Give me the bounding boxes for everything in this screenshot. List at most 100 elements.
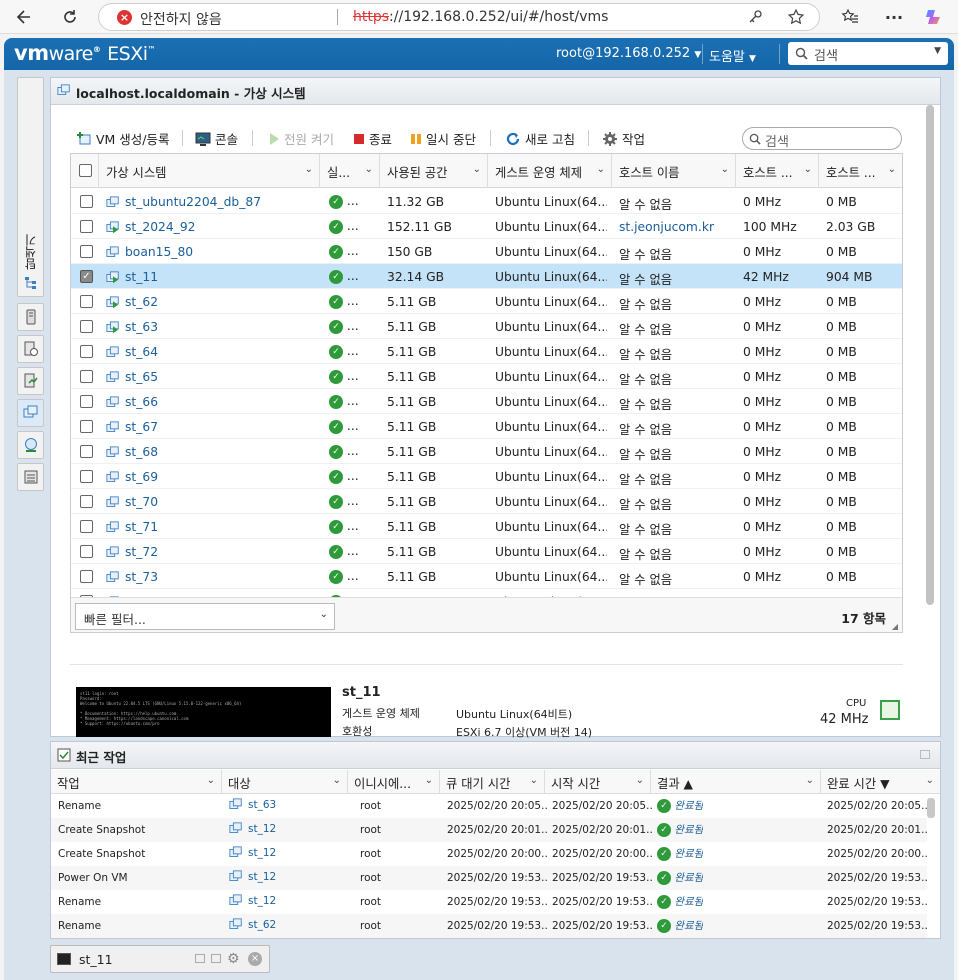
- vm-row-checkbox[interactable]: [80, 320, 93, 333]
- vm-row[interactable]: st_62 ✓ ... 5.11 GB Ubuntu Linux(64... 알 수 없…: [71, 289, 902, 314]
- vm-name-link[interactable]: st_62: [106, 295, 316, 310]
- vm-row[interactable]: st_64 ✓ ... 5.11 GB Ubuntu Linux(64... 알 수 없…: [71, 339, 902, 364]
- vm-row-checkbox[interactable]: [80, 570, 93, 583]
- power-on-button[interactable]: 전원 켜기: [268, 129, 334, 148]
- vm-row-checkbox[interactable]: [80, 220, 93, 233]
- cell-host-name[interactable]: st.jeonjucom.kr: [619, 220, 731, 234]
- vm-name-link[interactable]: st_63: [106, 320, 316, 335]
- task-target-link[interactable]: st_12: [229, 846, 276, 860]
- task-row[interactable]: Rename root 2025/02/20 20:05... 2025/02/20 …: [51, 794, 927, 818]
- col-used-space[interactable]: 사용된 공간 ⌄: [380, 154, 488, 188]
- console-tab[interactable]: st_11 ⚙ ×: [50, 945, 270, 973]
- task-target-link[interactable]: st_62: [229, 918, 276, 932]
- select-all-checkbox-cell[interactable]: [71, 154, 99, 188]
- task-row[interactable]: Power On VM root 2025/02/20 19:53... 2025/0…: [51, 866, 927, 890]
- col-state[interactable]: 실... ⌄: [320, 154, 380, 188]
- vm-row-checkbox[interactable]: [80, 470, 93, 483]
- vm-name-link[interactable]: st_64: [106, 345, 316, 360]
- host-nav-button[interactable]: [17, 303, 44, 331]
- manage-nav-button[interactable]: [17, 335, 44, 363]
- vm-row[interactable]: ✓ st_11 ✓ ... 32.14 GB Ubuntu Linux(64... 알 수…: [71, 264, 902, 289]
- col-vm-name[interactable]: 가상 시스템 ⌄: [99, 154, 320, 188]
- search-dropdown-icon[interactable]: ▼: [934, 46, 941, 56]
- vm-row[interactable]: st_65 ✓ ... 5.11 GB Ubuntu Linux(64... 알 수 없…: [71, 364, 902, 389]
- col-guest-os[interactable]: 게스트 운영 체제 ⌄: [488, 154, 612, 188]
- maximize-icon[interactable]: [211, 954, 221, 963]
- vm-name-link[interactable]: st_ubuntu2204_db_87: [106, 195, 316, 210]
- vm-name-link[interactable]: st_67: [106, 420, 316, 435]
- vm-name-link[interactable]: st_71: [106, 520, 316, 535]
- col-host-name[interactable]: 호스트 이름 ⌄: [612, 154, 736, 188]
- not-secure-icon[interactable]: ×: [117, 10, 132, 25]
- quick-filter-select[interactable]: 빠른 필터... ⌄: [75, 603, 335, 630]
- actions-button[interactable]: 작업: [602, 129, 645, 148]
- vm-name-link[interactable]: st_11: [106, 270, 316, 285]
- vm-row-checkbox[interactable]: [80, 545, 93, 558]
- vm-row-checkbox[interactable]: [80, 445, 93, 458]
- col-host-mem[interactable]: 호스트 ... ⌄: [819, 154, 902, 188]
- vm-row[interactable]: st_2024_92 ✓ ... 152.11 GB Ubuntu Linux(64.…: [71, 214, 902, 239]
- user-menu[interactable]: root@192.168.0.252 ▼: [556, 46, 701, 61]
- task-row[interactable]: Rename root 2025/02/20 19:53... 2025/02/20 …: [51, 914, 927, 938]
- vm-row-checkbox[interactable]: ✓: [80, 270, 93, 283]
- task-col-initiator[interactable]: 이니시에... ⌄: [348, 770, 440, 794]
- vm-row[interactable]: st_66 ✓ ... 5.11 GB Ubuntu Linux(64... 알 수 없…: [71, 389, 902, 414]
- vm-name-link[interactable]: st_68: [106, 445, 316, 460]
- vm-row[interactable]: st_71 ✓ ... 5.11 GB Ubuntu Linux(64... 알 수 없…: [71, 514, 902, 539]
- restore-icon[interactable]: [195, 954, 205, 963]
- task-row[interactable]: Rename root 2025/02/20 19:53... 2025/02/20 …: [51, 890, 927, 914]
- task-target-link[interactable]: st_12: [229, 870, 276, 884]
- vm-row-checkbox[interactable]: [80, 520, 93, 533]
- vm-row-checkbox[interactable]: [80, 370, 93, 383]
- vm-name-link[interactable]: st_73: [106, 570, 316, 585]
- vm-row-checkbox[interactable]: [80, 245, 93, 258]
- vm-row[interactable]: st_63 ✓ ... 5.11 GB Ubuntu Linux(64... 알 수 없…: [71, 314, 902, 339]
- suspend-button[interactable]: 일시 중단: [410, 129, 476, 148]
- console-thumbnail[interactable]: st11 login: root Password: Welcome to Ubun…: [76, 687, 331, 737]
- favorite-star-icon[interactable]: [787, 8, 805, 29]
- resize-grip-icon[interactable]: ◢: [892, 622, 898, 631]
- key-icon[interactable]: [747, 9, 763, 28]
- task-col-result[interactable]: 결과 ▲ ⌄: [651, 770, 821, 794]
- monitor-nav-button[interactable]: [17, 367, 44, 395]
- virtual-machines-nav-button[interactable]: [17, 399, 44, 427]
- create-vm-button[interactable]: VM 생성/등록: [76, 129, 170, 148]
- console-button[interactable]: 콘솔: [195, 129, 238, 148]
- favorites-list-icon[interactable]: [838, 5, 862, 29]
- storage-nav-button[interactable]: [17, 431, 44, 459]
- networking-nav-button[interactable]: [17, 463, 44, 491]
- task-col-task[interactable]: 작업 ⌄: [51, 770, 222, 794]
- vm-row-checkbox[interactable]: [80, 395, 93, 408]
- navigator-tab[interactable]: 탐색기: [17, 77, 44, 297]
- not-secure-label[interactable]: 안전하지 않음: [140, 9, 222, 29]
- more-menu-icon[interactable]: ···: [882, 5, 906, 29]
- vm-name-link[interactable]: st_72: [106, 545, 316, 560]
- task-target-link[interactable]: st_63: [229, 798, 276, 812]
- header-search-input[interactable]: 검색 ▼: [788, 42, 948, 65]
- vm-search-input[interactable]: 검색: [742, 127, 902, 150]
- scrollbar-thumb[interactable]: [926, 105, 934, 605]
- vm-name-link[interactable]: boan15_80: [106, 245, 316, 260]
- copilot-icon[interactable]: [922, 5, 946, 29]
- vm-row-checkbox[interactable]: [80, 345, 93, 358]
- vm-row[interactable]: st_73 ✓ ... 5.11 GB Ubuntu Linux(64... 알 수 없…: [71, 564, 902, 589]
- vm-row[interactable]: st_69 ✓ ... 5.11 GB Ubuntu Linux(64... 알 수 없…: [71, 464, 902, 489]
- url-text[interactable]: https://192.168.0.252/ui/#/host/vms: [353, 9, 608, 25]
- main-scrollbar[interactable]: [926, 105, 936, 635]
- tasks-scrollbar-thumb[interactable]: [927, 798, 935, 818]
- vm-row-checkbox[interactable]: [80, 495, 93, 508]
- vm-name-link[interactable]: st_2024_92: [106, 220, 316, 235]
- vm-row-checkbox[interactable]: [80, 420, 93, 433]
- refresh-button[interactable]: 새로 고침: [505, 129, 575, 148]
- select-all-checkbox[interactable]: [79, 164, 92, 177]
- vm-row[interactable]: boan15_80 ✓ ... 150 GB Ubuntu Linux(64... 알 …: [71, 239, 902, 264]
- task-col-target[interactable]: 대상 ⌄: [222, 770, 348, 794]
- vm-row[interactable]: st_67 ✓ ... 5.11 GB Ubuntu Linux(64... 알 수 없…: [71, 414, 902, 439]
- vm-row[interactable]: st_68 ✓ ... 5.11 GB Ubuntu Linux(64... 알 수 없…: [71, 439, 902, 464]
- vm-name-link[interactable]: st_65: [106, 370, 316, 385]
- vm-row[interactable]: st_72 ✓ ... 5.11 GB Ubuntu Linux(64... 알 수 없…: [71, 539, 902, 564]
- vm-name-link[interactable]: st_70: [106, 495, 316, 510]
- back-icon[interactable]: [12, 5, 36, 29]
- gear-icon[interactable]: ⚙: [227, 951, 240, 967]
- reload-icon[interactable]: [58, 5, 82, 29]
